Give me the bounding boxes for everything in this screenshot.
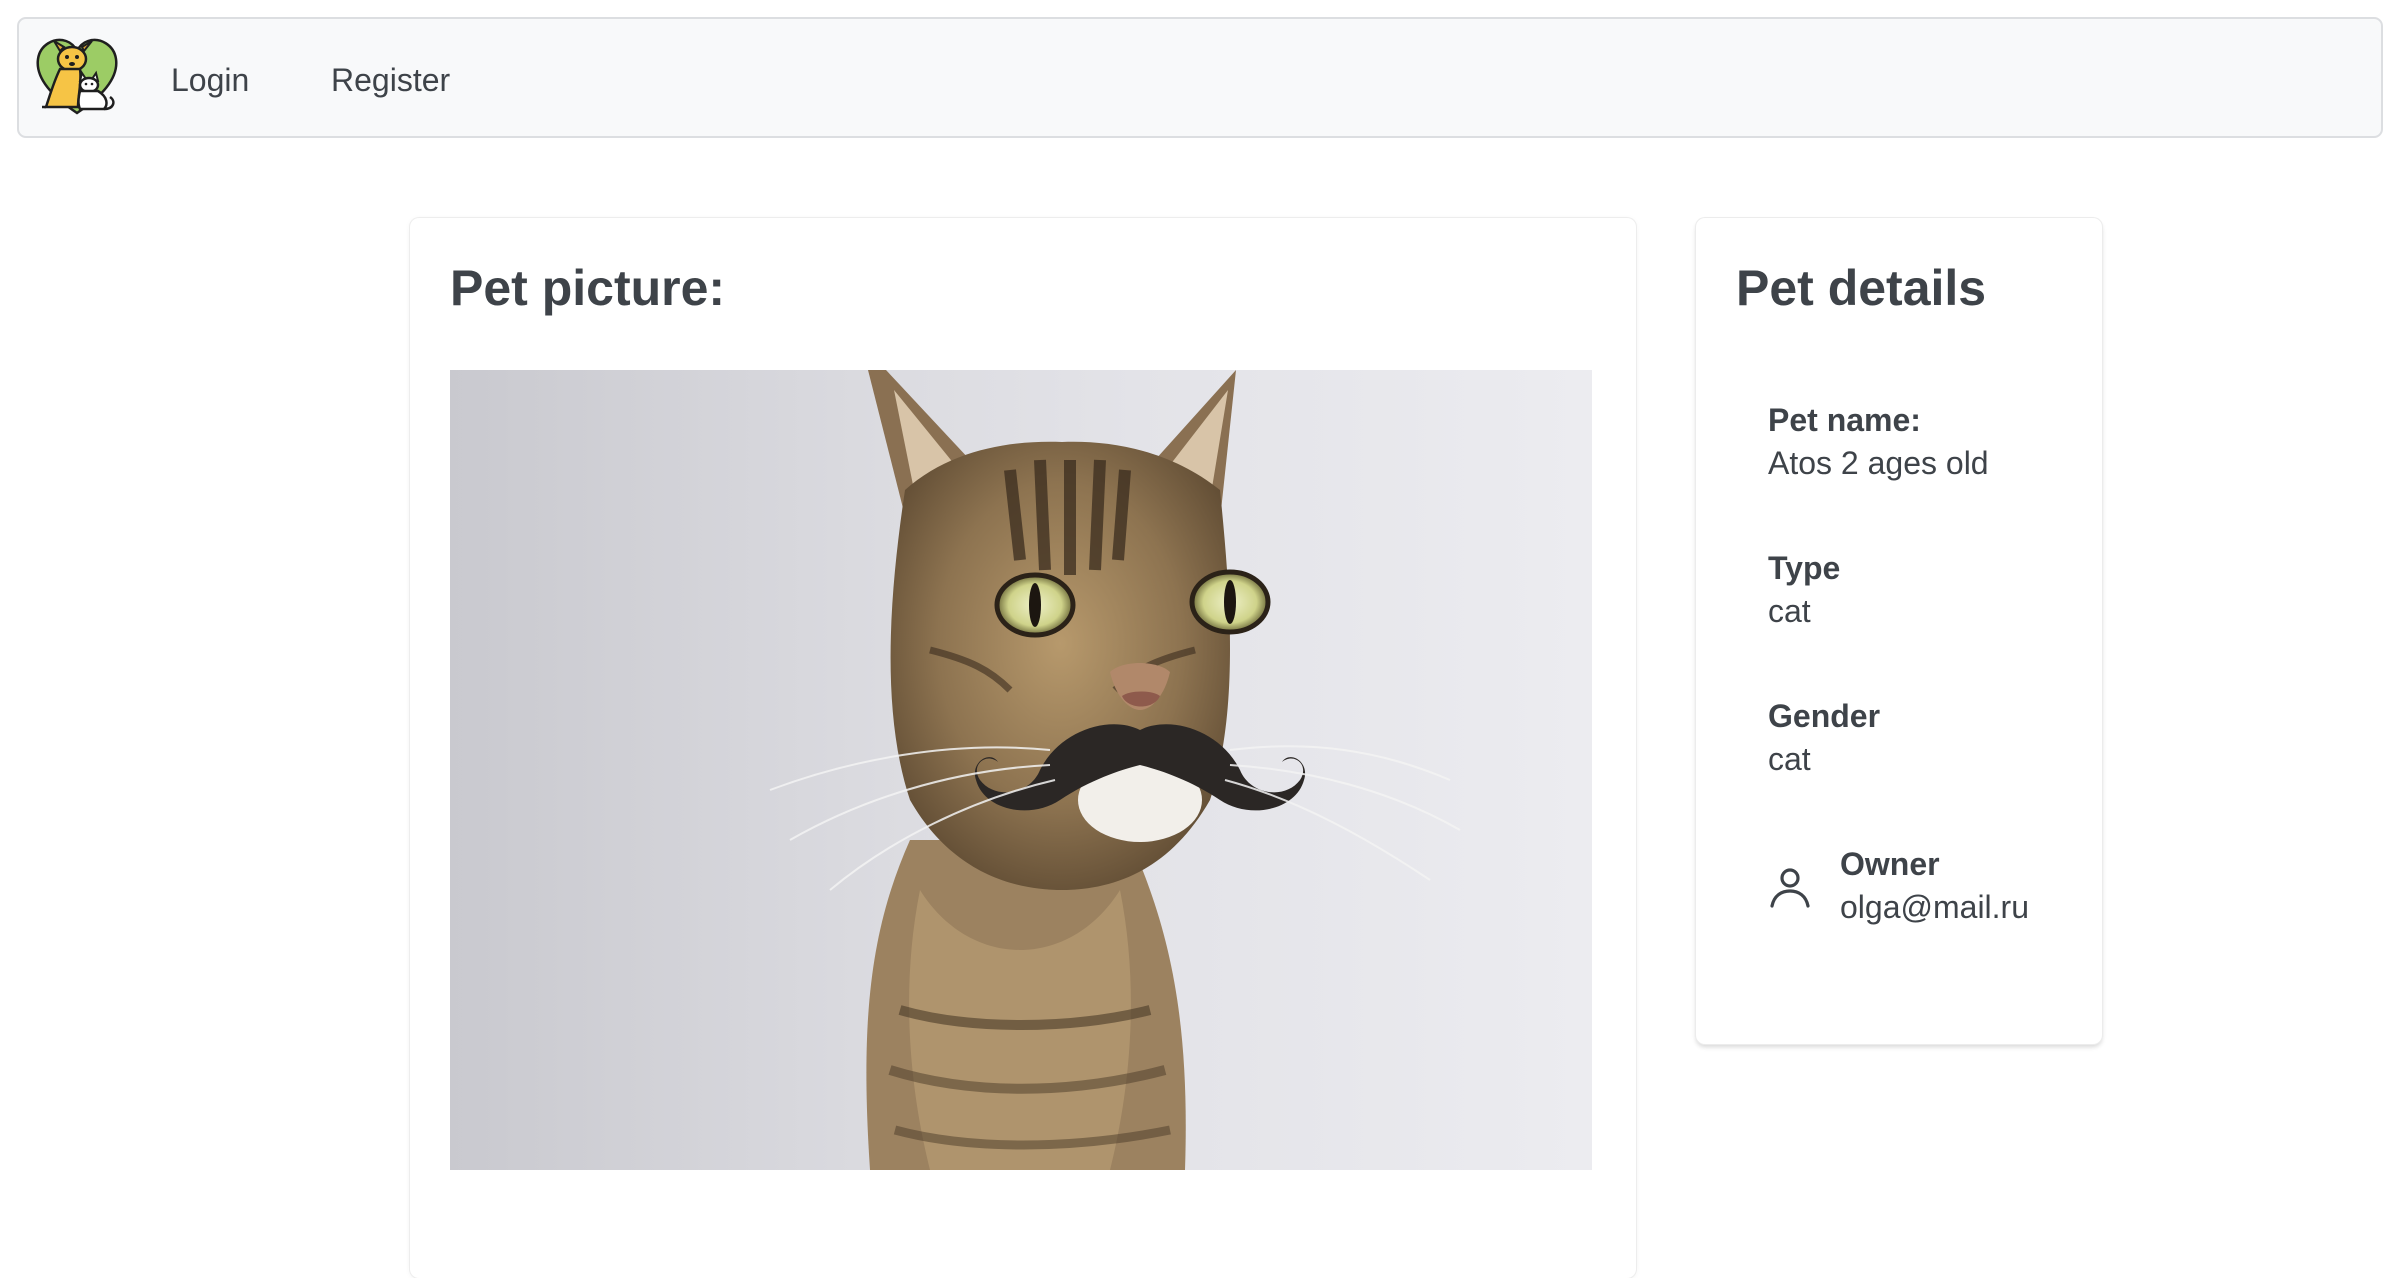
pet-details-title: Pet details bbox=[1736, 260, 1987, 316]
navbar: Login Register bbox=[17, 17, 2383, 138]
pet-name-value: Atos 2 ages old bbox=[1768, 445, 1989, 481]
pet-photo bbox=[450, 370, 1592, 1170]
pet-picture-card: Pet picture: bbox=[410, 218, 1636, 1278]
pet-gender-item: Gender cat bbox=[1768, 696, 1880, 782]
owner-label: Owner bbox=[1840, 846, 1940, 882]
pet-gender-label: Gender bbox=[1768, 698, 1881, 734]
user-icon bbox=[1768, 866, 1812, 910]
register-link[interactable]: Register bbox=[331, 61, 450, 99]
pet-name-label: Pet name: bbox=[1768, 402, 1921, 438]
pet-gender-value: cat bbox=[1768, 741, 1811, 777]
pet-picture-title: Pet picture: bbox=[450, 260, 726, 316]
pet-type-item: Type cat bbox=[1768, 548, 1840, 634]
pet-type-value: cat bbox=[1768, 593, 1811, 629]
pet-owner-item: Owner olga@mail.ru bbox=[1840, 844, 2029, 930]
pet-name-item: Pet name: Atos 2 ages old bbox=[1768, 400, 1989, 486]
login-link[interactable]: Login bbox=[171, 61, 249, 99]
pet-details-card: Pet details Pet name: Atos 2 ages old Ty… bbox=[1696, 218, 2102, 1044]
owner-email: olga@mail.ru bbox=[1840, 889, 2029, 925]
pet-type-label: Type bbox=[1768, 550, 1841, 586]
pets-logo-icon[interactable] bbox=[34, 33, 120, 119]
